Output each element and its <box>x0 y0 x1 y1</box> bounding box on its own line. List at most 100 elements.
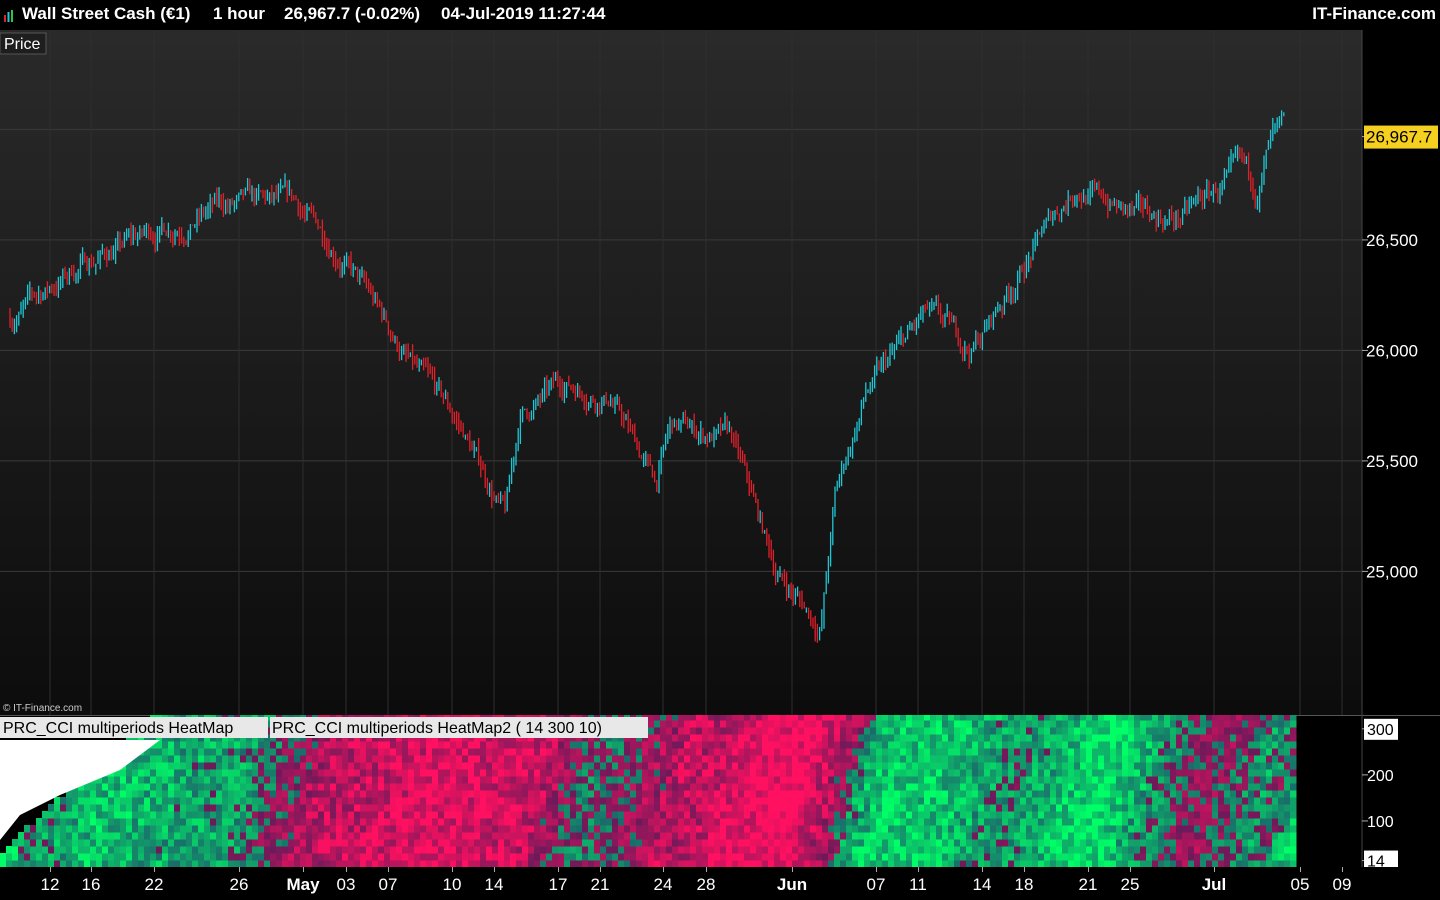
heatmap-cell <box>324 797 331 805</box>
heatmap-cell <box>312 804 319 812</box>
heatmap-cell <box>36 832 43 840</box>
heatmap-cell <box>474 790 481 798</box>
heatmap-cell <box>1002 755 1009 763</box>
heatmap-cell <box>1044 727 1051 735</box>
heatmap-cell <box>132 797 139 805</box>
heatmap-cell <box>1020 811 1027 819</box>
heatmap-cell <box>1218 804 1225 812</box>
heatmap-cell <box>426 811 433 819</box>
heatmap-cell <box>246 839 253 847</box>
heatmap-cell <box>942 804 949 812</box>
heatmap-cell <box>810 769 817 777</box>
heatmap-cell <box>552 846 559 854</box>
brand-label[interactable]: IT-Finance.com <box>1312 4 1436 24</box>
heatmap-cell <box>426 790 433 798</box>
heatmap-cell <box>750 825 757 833</box>
heatmap-cell <box>1218 846 1225 854</box>
heatmap-cell <box>732 839 739 847</box>
heatmap-cell <box>282 825 289 833</box>
heatmap-cell <box>798 762 805 770</box>
heatmap-cell <box>954 832 961 840</box>
heatmap-cell <box>192 755 199 763</box>
heatmap-cell <box>54 825 61 833</box>
heatmap-cell <box>858 776 865 784</box>
heatmap-cell <box>1146 762 1153 770</box>
heatmap-cell <box>318 811 325 819</box>
heatmap-cell <box>414 783 421 791</box>
heatmap-cell <box>18 846 25 854</box>
heatmap-cell <box>582 832 589 840</box>
heatmap-cell <box>300 790 307 798</box>
heatmap-cell <box>342 783 349 791</box>
heatmap-cell <box>1038 804 1045 812</box>
heatmap-cell <box>894 846 901 854</box>
heatmap-cell <box>192 769 199 777</box>
heatmap-cell <box>924 790 931 798</box>
heatmap-cell <box>288 853 295 861</box>
heatmap-cell <box>726 715 733 721</box>
heatmap-cell <box>276 804 283 812</box>
heatmap-cell <box>1230 783 1237 791</box>
heatmap-cell <box>780 790 787 798</box>
heatmap-cell <box>222 853 229 861</box>
timeframe-label[interactable]: 1 hour <box>213 4 265 24</box>
heatmap-cell <box>1236 727 1243 735</box>
heatmap-cell <box>918 715 925 721</box>
heatmap-cell <box>714 741 721 749</box>
heatmap-cell <box>1038 755 1045 763</box>
heatmap-cell <box>894 734 901 742</box>
heatmap-cell <box>246 797 253 805</box>
heatmap-cell <box>822 811 829 819</box>
heatmap-cell <box>1134 715 1141 721</box>
heatmap-cell <box>1242 776 1249 784</box>
heatmap-cell <box>474 818 481 826</box>
heatmap-cell <box>858 804 865 812</box>
heatmap-cell <box>90 811 97 819</box>
cci-heatmap-panel[interactable]: 14100200300 PRC_CCI multiperiods HeatMap… <box>0 715 1440 867</box>
heatmap-cell <box>402 762 409 770</box>
instrument-name[interactable]: Wall Street Cash (€1) <box>22 4 190 24</box>
heatmap-cell <box>480 846 487 854</box>
heatmap-cell <box>168 818 175 826</box>
heatmap-cell <box>678 720 685 728</box>
heatmap-cell <box>54 853 61 861</box>
heatmap-cell <box>912 748 919 756</box>
heatmap-cell <box>690 797 697 805</box>
heatmap-cell <box>660 720 667 728</box>
heatmap-cell <box>900 776 907 784</box>
heatmap-cell <box>918 755 925 763</box>
heatmap-cell <box>582 825 589 833</box>
heatmap-cell <box>462 804 469 812</box>
heatmap-cell <box>630 832 637 840</box>
heatmap-cell <box>654 811 661 819</box>
price-chart[interactable]: 25,00025,50026,00026,50026,967.7 Price ©… <box>0 30 1440 715</box>
heatmap-cell <box>324 755 331 763</box>
heatmap-cell <box>126 804 133 812</box>
heatmap-cell <box>36 846 43 854</box>
heatmap-cell <box>258 846 265 854</box>
heatmap-cell <box>594 853 601 861</box>
heatmap-cell <box>492 783 499 791</box>
heatmap-cell <box>1224 741 1231 749</box>
heatmap-cell <box>162 860 169 867</box>
heatmap-cell <box>1158 720 1165 728</box>
heatmap-cell <box>582 769 589 777</box>
heatmap-cell <box>756 769 763 777</box>
heatmap-cell <box>564 755 571 763</box>
heatmap-cell <box>264 825 271 833</box>
heatmap-cell <box>1176 783 1183 791</box>
heatmap-cell <box>288 741 295 749</box>
heatmap-cell <box>1242 715 1249 721</box>
heatmap-cell <box>714 790 721 798</box>
heatmap-cell <box>1122 804 1129 812</box>
heatmap-cell <box>1092 853 1099 861</box>
heatmap-cell <box>582 790 589 798</box>
heatmap-cell <box>642 755 649 763</box>
heatmap-cell <box>960 839 967 847</box>
heatmap-cell <box>1212 762 1219 770</box>
heatmap-cell <box>744 741 751 749</box>
heatmap-cell <box>906 741 913 749</box>
heatmap-cell <box>654 846 661 854</box>
heatmap-cell <box>168 811 175 819</box>
heatmap-cell <box>834 769 841 777</box>
